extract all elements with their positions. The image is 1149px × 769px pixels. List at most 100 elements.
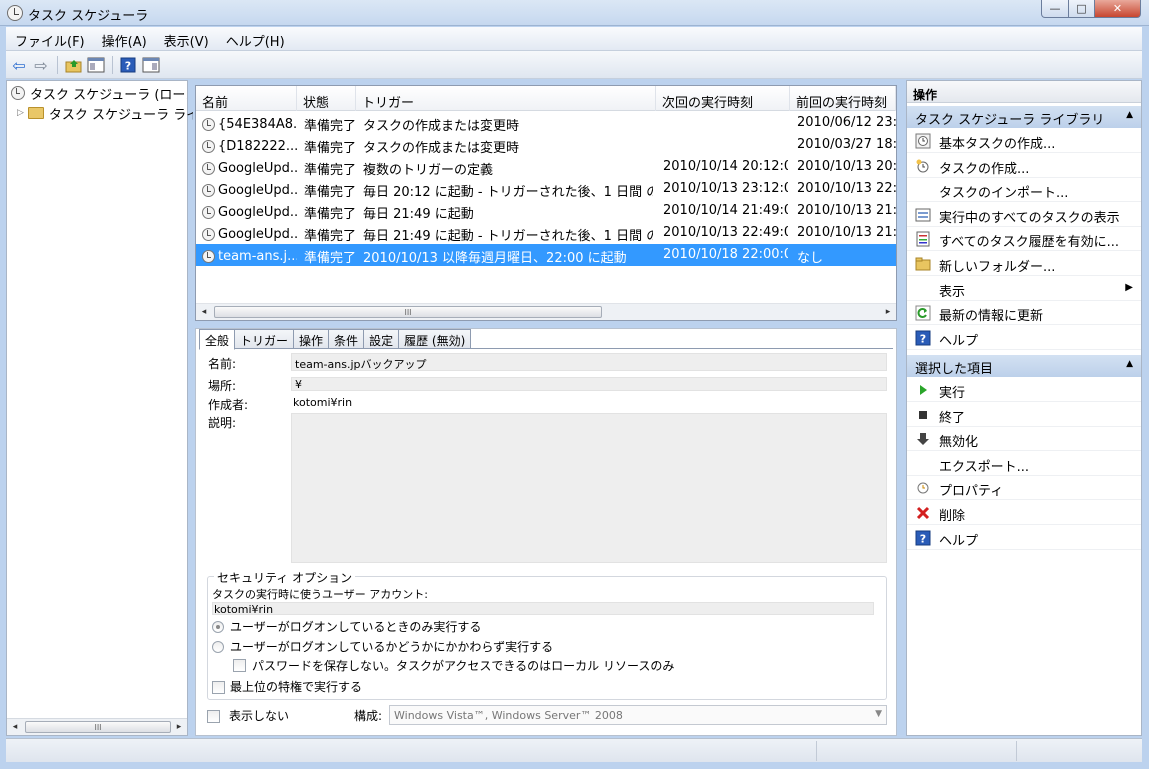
status-divider xyxy=(1016,741,1017,761)
tree-item-task-scheduler-library[interactable]: ▷ タスク スケジューラ ライブラリ xyxy=(17,103,193,123)
back-arrow-icon[interactable]: ⇦ xyxy=(9,55,29,75)
action-item-label: ヘルプ xyxy=(939,333,979,349)
svg-text:?: ? xyxy=(920,332,926,345)
action-item[interactable]: 終了 xyxy=(907,403,1141,427)
chevron-down-icon: ▼ xyxy=(875,709,882,719)
action-item[interactable]: ? ヘルプ xyxy=(907,526,1141,550)
description-field[interactable] xyxy=(291,413,887,563)
refresh-icon xyxy=(915,305,931,321)
action-item-label: 終了 xyxy=(939,410,966,426)
menu-action[interactable]: 操作(A) xyxy=(93,27,155,51)
section-header-selected-item[interactable]: 選択した項目 ▲ xyxy=(907,355,1141,377)
action-item[interactable]: ? ヘルプ xyxy=(907,326,1141,350)
task-row[interactable]: GoogleUpd... 準備完了 毎日 20:12 に起動 - トリガーされた後、… xyxy=(196,178,896,200)
tab-triggers[interactable]: トリガー xyxy=(235,329,295,349)
tab-history[interactable]: 履歴 (無効) xyxy=(399,329,472,349)
task-details-pane: 全般 トリガー 操作 条件 設定 履歴 (無効) 名前: team-ans.jp… xyxy=(195,328,897,736)
scroll-left-arrow-icon[interactable]: ◂ xyxy=(196,304,212,320)
column-header-trigger[interactable]: トリガー xyxy=(356,86,656,111)
checkbox-highest-privileges[interactable] xyxy=(212,681,225,694)
show-hide-action-pane-icon[interactable] xyxy=(141,55,161,75)
menu-file[interactable]: ファイル(F) xyxy=(6,27,93,51)
task-row[interactable]: GoogleUpd... 準備完了 複数のトリガーの定義 2010/10/14 20:… xyxy=(196,156,896,178)
tab-settings[interactable]: 設定 xyxy=(364,329,400,349)
properties-icon xyxy=(915,480,931,496)
delete-icon xyxy=(915,505,931,521)
tree-item-task-scheduler-local[interactable]: タスク スケジューラ (ローカル) xyxy=(11,83,187,103)
section-header-library[interactable]: タスク スケジューラ ライブラリ ▲ xyxy=(907,106,1141,128)
task-name-cell: {54E384A8... xyxy=(202,112,297,134)
name-field[interactable]: team-ans.jpバックアップ xyxy=(291,353,887,371)
action-item[interactable]: 削除 xyxy=(907,501,1141,525)
radio-logged-on-only[interactable] xyxy=(212,621,224,633)
scrollbar-thumb[interactable]: III xyxy=(214,306,602,318)
minimize-button[interactable]: — xyxy=(1041,0,1069,18)
tab-conditions[interactable]: 条件 xyxy=(329,329,365,349)
run-icon xyxy=(915,382,931,398)
task-trigger-cell: 2010/10/13 以降毎週月曜日、22:00 に起動 xyxy=(363,251,627,266)
action-item[interactable]: エクスポート... xyxy=(907,452,1141,476)
menu-view[interactable]: 表示(V) xyxy=(155,27,217,51)
task-next-run-cell: 2010/10/14 20:12:00 xyxy=(663,159,788,174)
close-button[interactable]: ✕ xyxy=(1094,0,1141,18)
task-trigger-cell: 毎日 20:12 に起動 - トリガーされた後、1 日間 の... xyxy=(363,185,653,200)
task-row[interactable]: {D182222... 準備完了 タスクの作成または変更時 2010/03/27 18… xyxy=(196,134,896,156)
toolbar-separator xyxy=(112,56,113,74)
task-row[interactable]: team-ans.j... 準備完了 2010/10/13 以降毎週月曜日、22:0… xyxy=(196,244,896,266)
action-item[interactable]: すべてのタスク履歴を有効に... xyxy=(907,227,1141,252)
column-header-status[interactable]: 状態 xyxy=(297,86,356,111)
task-clock-icon xyxy=(202,118,215,131)
checkbox-do-not-store-password[interactable] xyxy=(233,659,246,672)
action-item[interactable]: プロパティ xyxy=(907,476,1141,501)
action-item[interactable]: 基本タスクの作成... xyxy=(907,129,1141,153)
folder-up-icon[interactable] xyxy=(63,55,83,75)
collapse-icon[interactable]: ▲ xyxy=(1126,110,1133,120)
task-row[interactable]: GoogleUpd... 準備完了 毎日 21:49 に起動 - トリガーされた後、… xyxy=(196,222,896,244)
scroll-right-arrow-icon[interactable]: ▸ xyxy=(171,719,187,735)
run-as-account-value: kotomi¥rin xyxy=(212,602,874,615)
task-last-run-cell: 2010/06/12 23:25 xyxy=(797,115,896,130)
configure-for-dropdown[interactable]: Windows Vista™, Windows Server™ 2008 ▼ xyxy=(389,705,887,725)
column-header-last-run[interactable]: 前回の実行時刻 xyxy=(790,86,896,111)
menu-help[interactable]: ヘルプ(H) xyxy=(217,27,293,51)
create-task-icon xyxy=(915,158,931,174)
task-next-run-cell: 2010/10/18 22:00:00 xyxy=(663,247,788,262)
action-item[interactable]: 実行 xyxy=(907,378,1141,402)
task-clock-icon xyxy=(202,184,215,197)
tab-actions[interactable]: 操作 xyxy=(294,329,330,349)
task-name-text: team-ans.j... xyxy=(218,249,297,264)
collapse-icon[interactable]: ▲ xyxy=(1126,359,1133,369)
action-item-label: すべてのタスク履歴を有効に... xyxy=(939,235,1119,251)
action-item[interactable]: 実行中のすべてのタスクの表示 xyxy=(907,203,1141,227)
action-item-label: 実行 xyxy=(939,386,966,401)
radio-whether-logged-on[interactable] xyxy=(212,641,224,653)
forward-arrow-icon[interactable]: ⇨ xyxy=(31,55,51,75)
task-row[interactable]: {54E384A8... 準備完了 タスクの作成または変更時 2010/06/12 2… xyxy=(196,112,896,134)
task-list-horizontal-scrollbar[interactable]: ◂ III ▸ xyxy=(196,303,896,320)
scroll-right-arrow-icon[interactable]: ▸ xyxy=(880,304,896,320)
column-header-next-run[interactable]: 次回の実行時刻 xyxy=(656,86,790,111)
task-row[interactable]: GoogleUpd... 準備完了 毎日 21:49 に起動 2010/10/14 2… xyxy=(196,200,896,222)
help-icon[interactable]: ? xyxy=(118,55,138,75)
checkbox-hidden[interactable] xyxy=(207,710,220,723)
tab-general[interactable]: 全般 xyxy=(199,329,236,350)
tree-horizontal-scrollbar[interactable]: ◂ III ▸ xyxy=(7,718,187,735)
action-item[interactable]: 表示 ▶ xyxy=(907,277,1141,301)
scrollbar-thumb[interactable]: III xyxy=(25,721,171,733)
action-item[interactable]: タスクのインポート... xyxy=(907,178,1141,203)
task-last-run-cell: なし xyxy=(797,251,824,266)
section-header-label: タスク スケジューラ ライブラリ xyxy=(915,113,1105,128)
task-status-cell: 準備完了 xyxy=(304,251,356,266)
action-item[interactable]: タスクの作成... xyxy=(907,154,1141,178)
status-bar xyxy=(6,738,1142,762)
author-value: kotomi¥rin xyxy=(293,396,353,409)
action-item[interactable]: 無効化 xyxy=(907,427,1141,452)
maximize-button[interactable]: □ xyxy=(1068,0,1095,18)
submenu-arrow-icon: ▶ xyxy=(1125,281,1133,293)
column-header-name[interactable]: 名前 xyxy=(196,86,297,111)
show-hide-console-tree-icon[interactable] xyxy=(86,55,106,75)
scroll-left-arrow-icon[interactable]: ◂ xyxy=(7,719,23,735)
action-item[interactable]: 新しいフォルダー... xyxy=(907,252,1141,276)
action-item[interactable]: 最新の情報に更新 xyxy=(907,301,1141,326)
tree-expander-icon[interactable]: ▷ xyxy=(17,108,24,118)
